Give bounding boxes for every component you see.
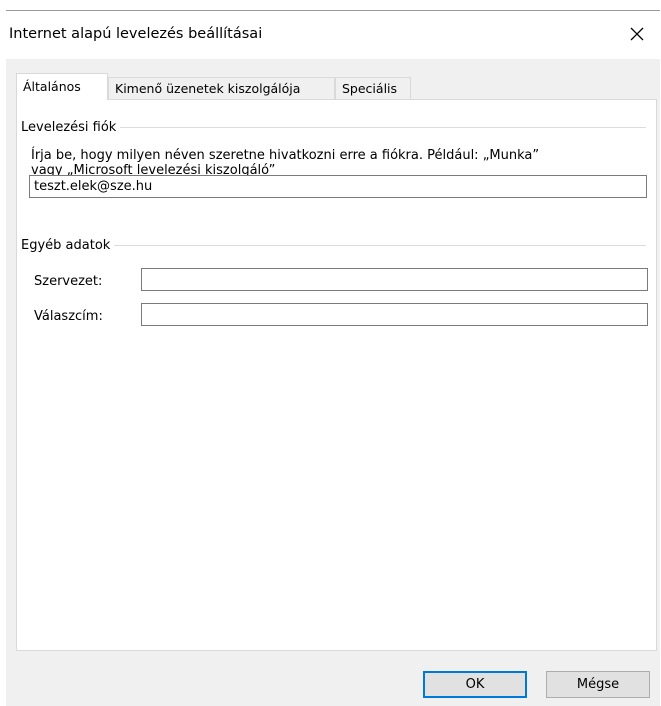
group-divider [120,127,646,128]
other-group-header: Egyéb adatok [21,238,646,253]
account-group-header: Levelezési fiók [21,120,646,135]
tab-advanced[interactable]: Speciális [335,77,411,99]
general-tab-panel: Levelezési fiók Írja be, hogy milyen név… [16,99,657,651]
tab-general[interactable]: Általános [16,73,108,100]
title-bar: Internet alapú levelezés beállításai [6,11,660,59]
reply-address-input[interactable] [141,303,648,326]
tab-outgoing-server[interactable]: Kimenő üzenetek kiszolgálója [108,77,335,99]
dialog-title: Internet alapú levelezés beállításai [9,26,263,42]
organization-label: Szervezet: [34,274,103,289]
account-description: Írja be, hogy milyen néven szeretne hiva… [31,148,646,178]
account-name-input[interactable] [29,175,647,198]
reply-address-label: Válaszcím: [34,309,103,324]
account-group-title: Levelezési fiók [21,120,117,135]
close-button[interactable] [614,11,660,57]
settings-dialog: Internet alapú levelezés beállításai Ált… [6,10,660,706]
close-icon [630,27,644,41]
group-divider [114,245,646,246]
description-line-1: Írja be, hogy milyen néven szeretne hiva… [31,148,540,163]
ok-button[interactable]: OK [423,671,527,698]
cancel-button[interactable]: Mégse [546,671,650,698]
other-group-title: Egyéb adatok [21,238,111,253]
organization-input[interactable] [141,268,648,291]
